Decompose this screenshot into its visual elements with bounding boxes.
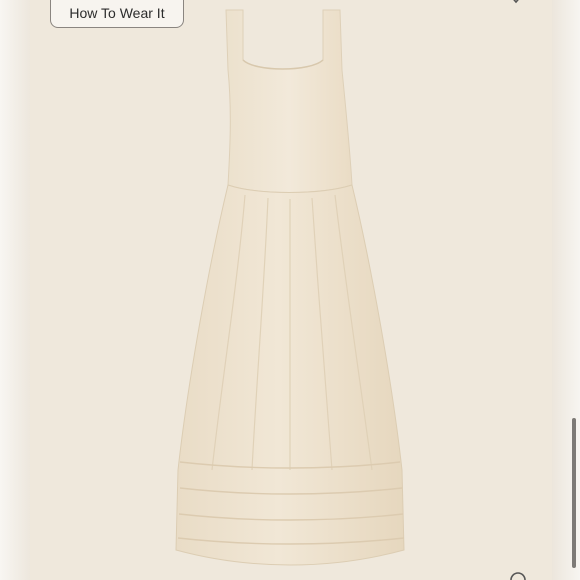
scrollbar[interactable] (572, 418, 576, 568)
heart-icon[interactable] (506, 0, 526, 6)
how-to-wear-button[interactable]: How To Wear It (50, 0, 184, 28)
how-to-wear-label: How To Wear It (69, 5, 165, 21)
product-image-viewer: How To Wear It (0, 0, 580, 580)
circle-icon[interactable] (508, 570, 528, 580)
dress-image (175, 9, 405, 566)
